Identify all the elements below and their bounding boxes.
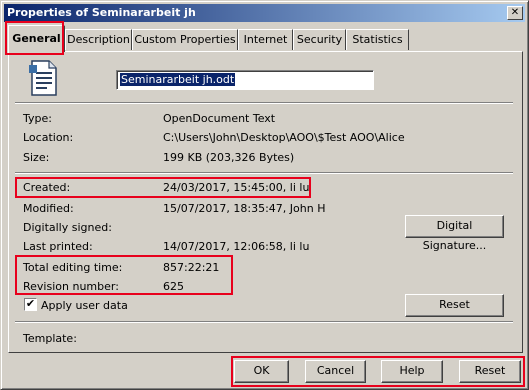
last-printed-label: Last printed: xyxy=(23,240,93,253)
separator xyxy=(15,172,513,174)
tab-statistics[interactable]: Statistics xyxy=(346,29,409,50)
properties-dialog: Properties of Seminararbeit jh ✕ General… xyxy=(0,0,529,390)
tab-internet[interactable]: Internet xyxy=(238,29,293,50)
tab-security[interactable]: Security xyxy=(293,29,346,50)
size-value: 199 KB (203,326 Bytes) xyxy=(163,151,295,164)
location-value: C:\Users\John\Desktop\AOO\$Test AOO\Alic… xyxy=(163,131,405,144)
last-printed-value: 14/07/2017, 12:06:58, li lu xyxy=(163,240,310,253)
tab-general[interactable]: General xyxy=(8,25,65,52)
template-label: Template: xyxy=(23,332,77,345)
revision-number-value: 625 xyxy=(163,280,184,293)
created-value: 24/03/2017, 15:45:00, li lu xyxy=(163,181,310,194)
apply-user-data-label[interactable]: Apply user data xyxy=(41,299,128,312)
window-title: Properties of Seminararbeit jh xyxy=(7,6,196,19)
created-label: Created: xyxy=(23,181,71,194)
user-data-reset-button[interactable]: Reset xyxy=(405,294,504,317)
modified-value: 15/07/2017, 18:35:47, John H xyxy=(163,202,326,215)
type-value: OpenDocument Text xyxy=(163,112,276,125)
opendocument-text-icon xyxy=(29,60,57,96)
apply-user-data-checkbox[interactable]: ✔ xyxy=(24,298,37,311)
modified-label: Modified: xyxy=(23,202,74,215)
total-editing-time-value: 857:22:21 xyxy=(163,261,220,274)
revision-number-label: Revision number: xyxy=(23,280,119,293)
type-label: Type: xyxy=(23,112,52,125)
separator xyxy=(15,321,513,323)
help-button[interactable]: Help xyxy=(381,360,443,383)
tab-custom-properties[interactable]: Custom Properties xyxy=(132,29,238,50)
ok-button[interactable]: OK xyxy=(234,360,289,383)
size-label: Size: xyxy=(23,151,50,164)
close-icon[interactable]: ✕ xyxy=(507,6,523,20)
footer-reset-button[interactable]: Reset xyxy=(459,360,521,383)
total-editing-time-label: Total editing time: xyxy=(23,261,123,274)
file-name-value[interactable]: Seminararbeit jh.odt xyxy=(120,73,236,86)
tab-description[interactable]: Description xyxy=(65,29,132,50)
location-label: Location: xyxy=(23,131,74,144)
digitally-signed-label: Digitally signed: xyxy=(23,221,112,234)
title-bar[interactable]: Properties of Seminararbeit jh ✕ xyxy=(4,4,525,22)
cancel-button[interactable]: Cancel xyxy=(305,360,366,383)
separator xyxy=(15,102,513,104)
digital-signature-button[interactable]: Digital Signature... xyxy=(405,215,504,252)
file-name-field[interactable]: Seminararbeit jh.odt xyxy=(116,70,374,90)
